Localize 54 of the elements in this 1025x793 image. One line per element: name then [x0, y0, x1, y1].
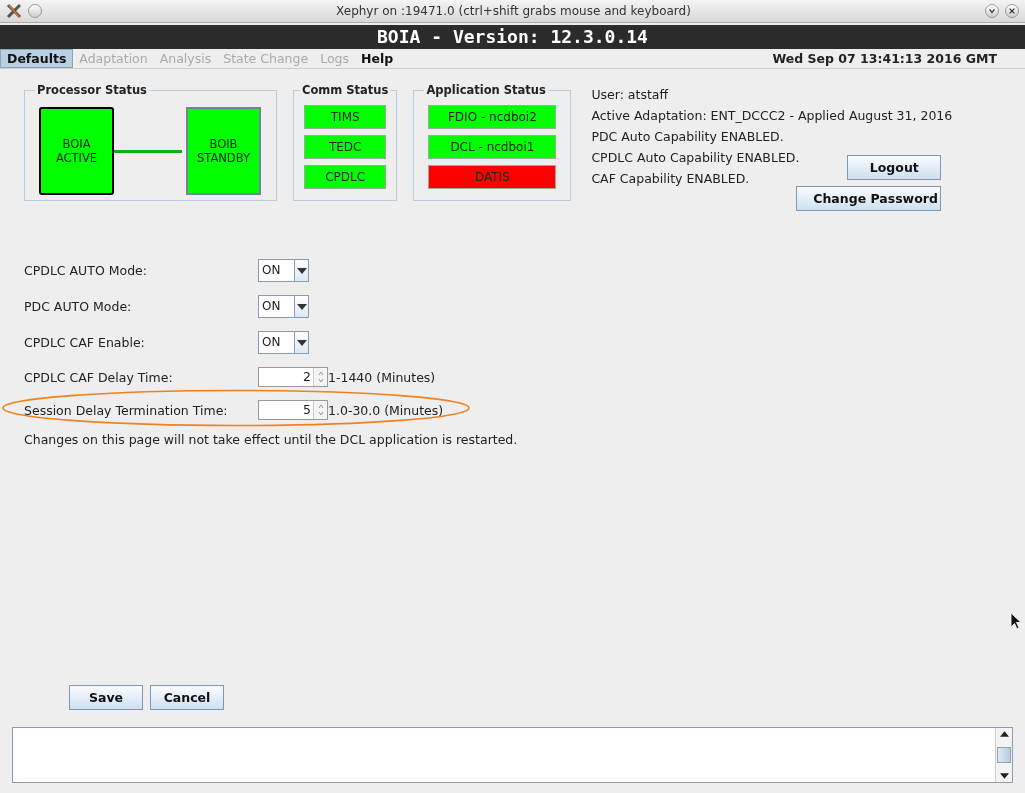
menu-item[interactable]: Defaults [0, 49, 74, 68]
close-icon [1008, 7, 1016, 15]
action-button[interactable]: Save [69, 685, 143, 710]
panel-title: Application Status [425, 83, 547, 97]
dropdown[interactable]: ON [258, 295, 309, 318]
status-indicator: DCL - ncdboi1 [428, 135, 557, 159]
chevron-down-icon [988, 7, 996, 15]
action-button[interactable]: Cancel [150, 685, 224, 710]
processor-node: BOIA ACTIVE [39, 107, 114, 195]
window-title: Xephyr on :19471.0 (ctrl+shift grabs mouse and keyboard) [335, 4, 692, 18]
setting-label: CPDLC CAF Delay Time: [24, 369, 174, 385]
scrollbar-thumb[interactable] [997, 747, 1011, 763]
range-hint: 1.0-30.0 (Minutes) [328, 402, 444, 418]
account-button[interactable]: Logout [847, 155, 942, 180]
spinner-arrows-icon [316, 402, 325, 418]
connection-line [114, 149, 182, 153]
info-text: Active Adaptation: ENT_DCCC2 - Applied August 31, 2016 [591, 108, 953, 125]
info-text: PDC Auto Capability ENABLED. [591, 129, 784, 146]
scroll-down-icon[interactable] [999, 773, 1009, 779]
mouse-cursor-icon [1010, 612, 1022, 630]
status-indicator: TIMS [304, 105, 387, 129]
caret-icon [296, 267, 307, 274]
account-button[interactable]: Change Password [796, 186, 942, 211]
dropdown[interactable]: ON [258, 259, 309, 282]
spinner-arrows-icon [316, 369, 325, 385]
status-indicator: DATIS [428, 165, 557, 189]
status-indicator: FDIO - ncdboi2 [428, 105, 557, 129]
spinner-field[interactable]: 5 [258, 400, 328, 420]
app-title: BOIA - Version: 12.3.0.14 [0, 25, 1025, 49]
setting-label: CPDLC AUTO Mode: [24, 263, 148, 278]
menu-item[interactable]: Help [355, 50, 400, 67]
setting-label: CPDLC CAF Enable: [24, 335, 146, 350]
status-indicator: CPDLC [304, 165, 387, 189]
note-text: Changes on this page will not take effect until the DCL application is restarted. [24, 432, 519, 447]
setting-label: PDC AUTO Mode: [24, 299, 133, 314]
caret-icon [296, 339, 307, 346]
info-text: CAF Capability ENABLED. [591, 171, 750, 188]
panel-title: Processor Status [36, 83, 148, 97]
minimize-button[interactable] [985, 4, 999, 18]
date-time: Wed Sep 07 13:41:13 2016 GMT [772, 51, 997, 66]
scroll-up-icon[interactable] [999, 731, 1009, 737]
status-indicator: TEDC [304, 135, 387, 159]
close-button[interactable] [1005, 4, 1019, 18]
info-text: CPDLC Auto Capability ENABLED. [591, 150, 800, 167]
panel-title: Comm Status [301, 83, 390, 97]
scrollbar[interactable] [995, 728, 1012, 782]
caret-icon [296, 303, 307, 310]
processor-node: BOIB STANDBY [186, 107, 261, 195]
range-hint: 1-1440 (Minutes) [328, 369, 436, 385]
info-text: User: atstaff [591, 87, 669, 104]
x-logo-icon [6, 3, 22, 19]
setting-label: Session Delay Termination Time: [24, 402, 229, 418]
spinner-field[interactable]: 2 [258, 367, 328, 387]
dropdown[interactable]: ON [258, 331, 309, 354]
